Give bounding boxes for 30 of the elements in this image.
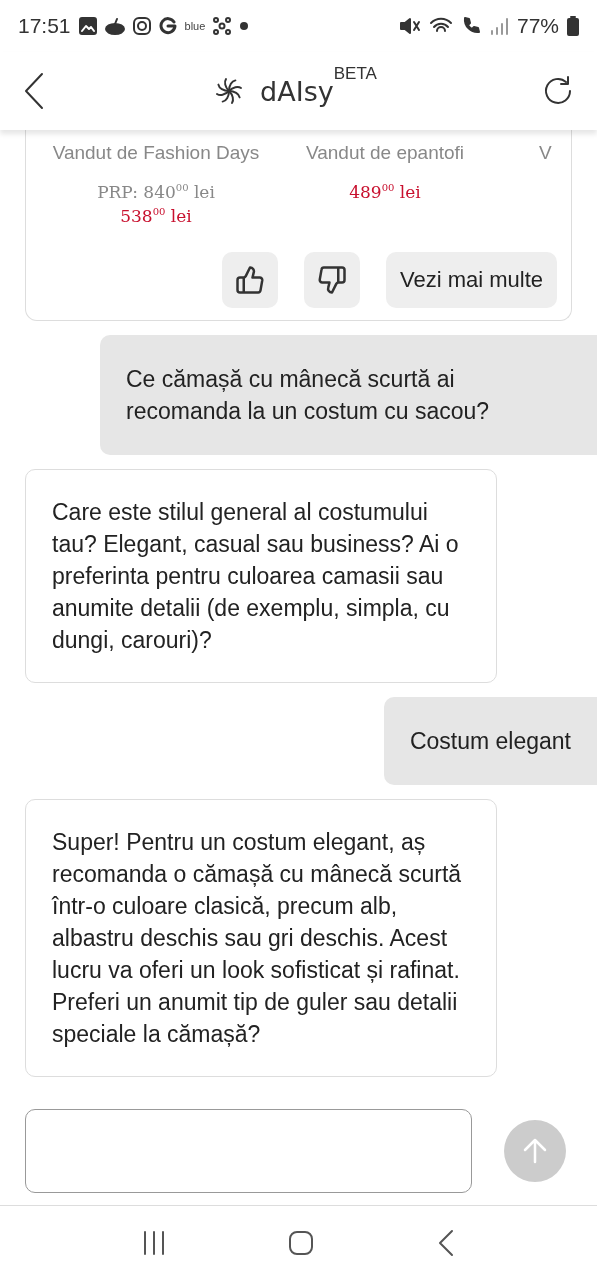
back-icon[interactable] — [22, 71, 46, 111]
thumbs-up-icon — [234, 265, 265, 295]
like-button[interactable] — [221, 252, 278, 308]
user-message: Ce cămașă cu mânecă scurtă ai recomanda la un costum cu sacou? — [100, 335, 597, 455]
battery-icon — [567, 16, 579, 36]
user-message: Costum elegant — [383, 697, 597, 785]
home-icon[interactable] — [288, 1230, 315, 1256]
dot-icon — [239, 21, 250, 31]
bot-message: Care este stilul general al costumului tau? Elegant, casual sau business? Ai o preferinta pentru culoarea camasii sau anumite detalii (de exemplu, simpla, cu dungi, carouri)? — [25, 469, 497, 683]
product-price: 538$^{00}$ lei — [120, 206, 192, 226]
seller-name: Vandut de Fashion Days — [52, 142, 260, 164]
see-more-button[interactable]: Vezi mai multe — [385, 252, 557, 308]
beta-label: BETA — [333, 64, 377, 84]
app-title: dAIsy — [260, 75, 334, 107]
thumbs-down-icon — [316, 265, 347, 295]
seller-name: V — [539, 142, 552, 164]
product-price: 489$^{00}$ lei — [349, 182, 421, 202]
recommended-price: PRP: 840$^{00}$ lei — [97, 182, 215, 202]
camera-icon — [132, 17, 151, 35]
image-icon — [78, 17, 97, 35]
status-label: blue — [184, 20, 206, 32]
seller-name: Vandut de epantofi — [305, 142, 465, 164]
bot-message: Super! Pentru un costum elegant, aș recomanda o cămașă cu mânecă scurtă într-o culoare clasică, precum alb, albastru deschis sau gri deschis. Acest lucru va oferi un look sofisticat și rafinat. Preferi un anumit tip de guler sau detalii speciale la cămașă? — [25, 799, 497, 1077]
message-input[interactable] — [25, 1109, 472, 1193]
status-time: 17:51 — [18, 14, 71, 38]
dislike-button[interactable] — [303, 252, 360, 308]
google-icon — [158, 17, 177, 35]
signal-icon — [488, 16, 509, 36]
mute-icon — [398, 16, 421, 36]
battery-level: 77% — [516, 14, 559, 38]
